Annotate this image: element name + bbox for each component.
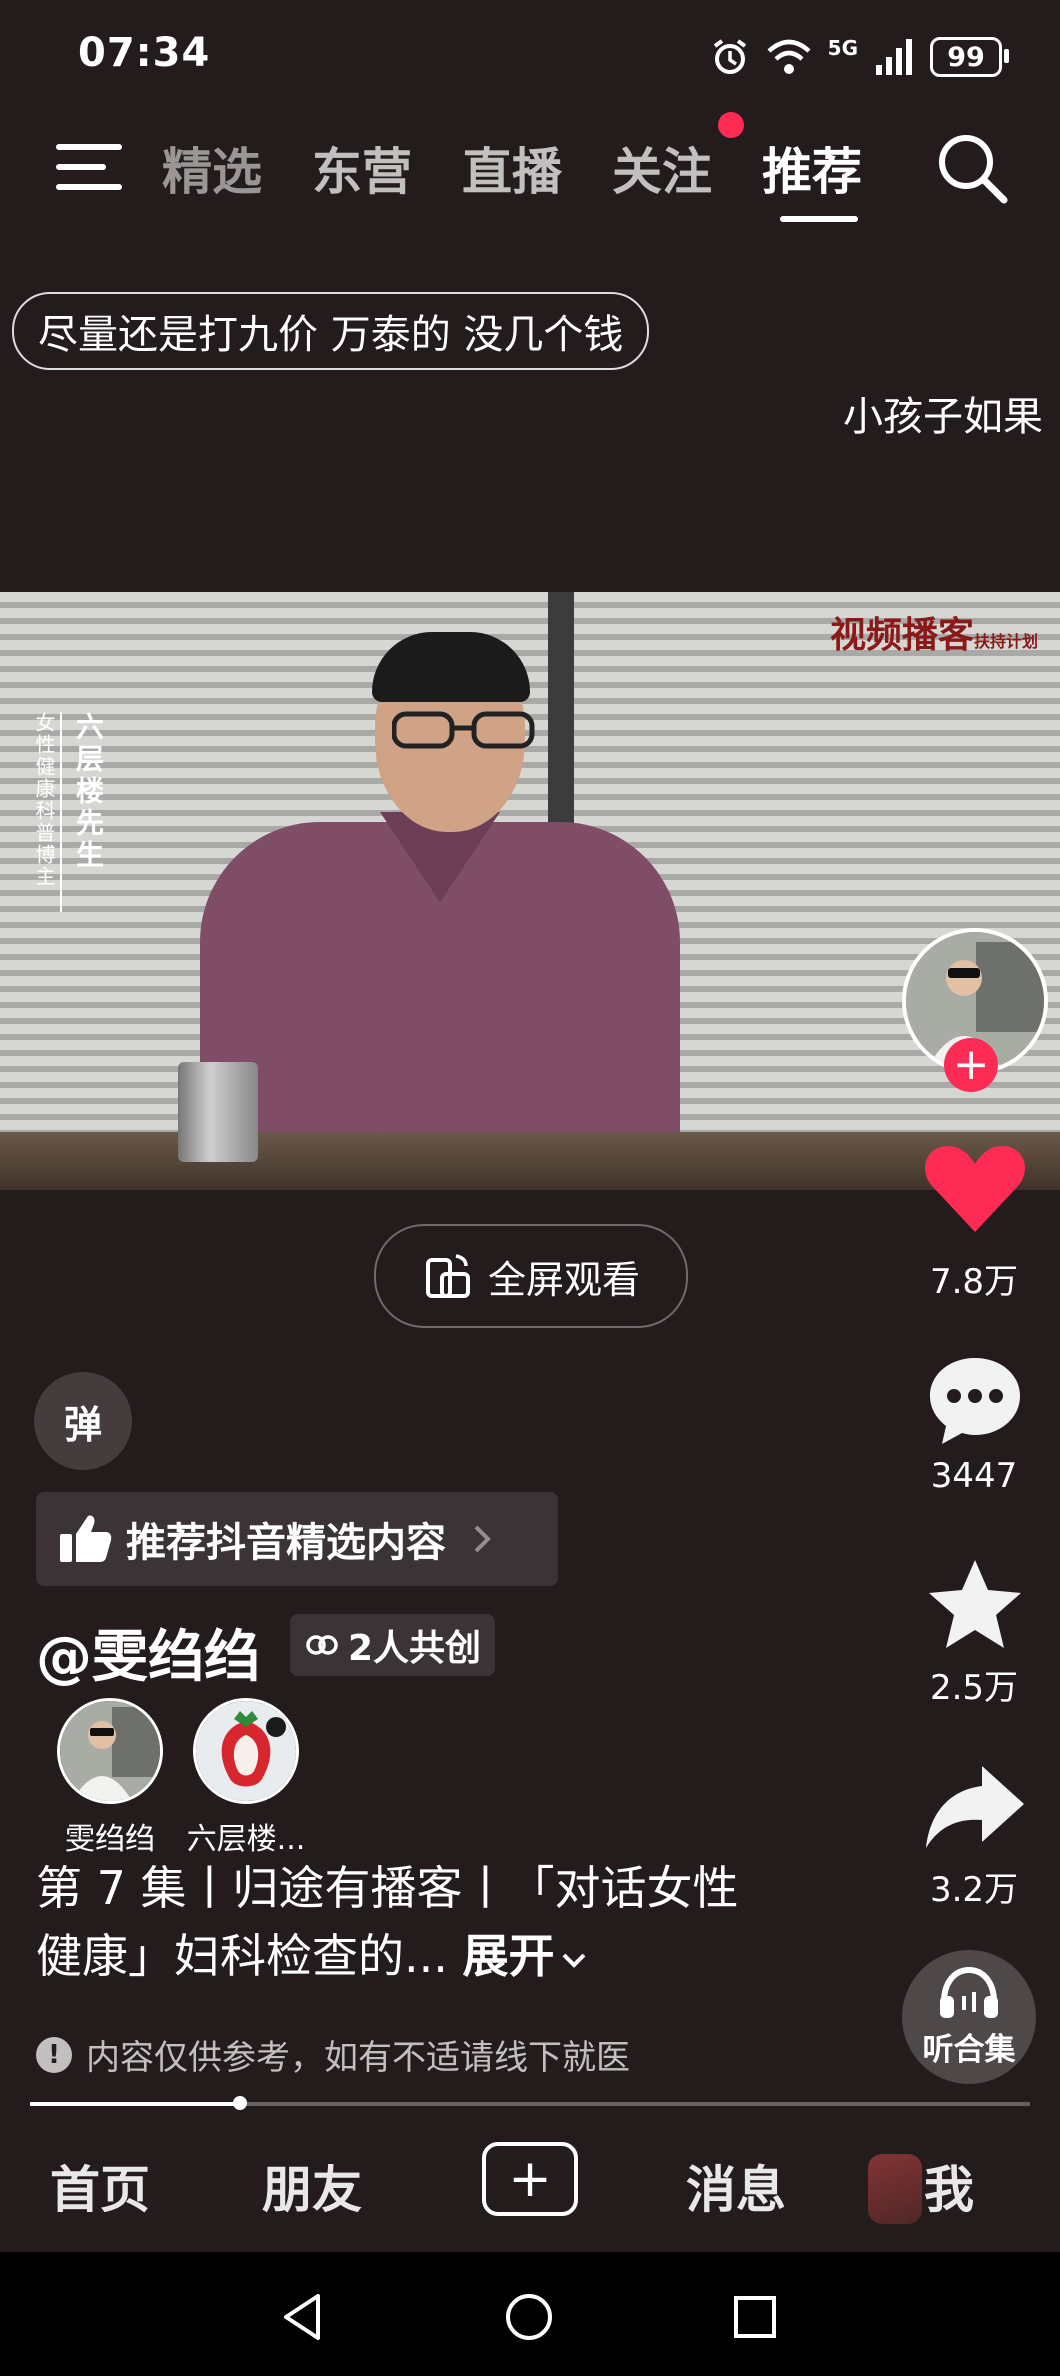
- notification-dot: [718, 112, 744, 138]
- notice-text: 内容仅供参考，如有不适请线下就医: [86, 2038, 630, 2078]
- share-icon[interactable]: [924, 1762, 1026, 1850]
- speaker-glasses: [392, 711, 535, 749]
- overlay-divider: [60, 712, 62, 912]
- author-name[interactable]: @雯绉绉: [36, 1612, 260, 1693]
- bottom-nav: 首页 朋友 + 消息 我: [0, 2120, 1060, 2252]
- status-icons: 5G 99: [710, 30, 1009, 84]
- headphones-icon: [940, 1966, 998, 2018]
- nav-me[interactable]: 我: [924, 2150, 974, 2222]
- tab-following[interactable]: 关注: [612, 132, 712, 204]
- cocreate-label: 2人共创: [348, 1628, 482, 1669]
- home-icon[interactable]: [504, 2292, 554, 2342]
- nav-friends[interactable]: 朋友: [262, 2150, 362, 2222]
- cocreator-item[interactable]: 六层楼...: [176, 1698, 316, 1858]
- like-count: 7.8万: [929, 1262, 1019, 1302]
- nav-home[interactable]: 首页: [50, 2150, 150, 2222]
- video-overlay-subtitle: 女性健康科普博主: [32, 712, 56, 888]
- progress-fill: [30, 2102, 240, 2106]
- video-watermark: 视频播客扶持计划: [830, 606, 1038, 658]
- wifi-icon: [767, 39, 811, 74]
- mug: [178, 1062, 258, 1162]
- recents-icon[interactable]: [732, 2294, 778, 2340]
- medical-notice: ! 内容仅供参考，如有不适请线下就医: [36, 2030, 630, 2079]
- listen-collection-button[interactable]: 听合集: [902, 1950, 1036, 2084]
- network-label: 5G: [827, 36, 858, 60]
- expand-link[interactable]: 展开: [463, 1929, 555, 1983]
- cocreator-avatar: [57, 1698, 163, 1804]
- tab-live[interactable]: 直播: [462, 132, 562, 204]
- battery-indicator: 99: [930, 37, 1009, 77]
- follow-button[interactable]: +: [944, 1038, 998, 1092]
- thumbs-up-icon: [60, 1515, 112, 1562]
- top-nav: 精选 东营 直播 关注 推荐: [0, 120, 1060, 230]
- speaker-hair: [372, 632, 530, 702]
- danmaku-toggle[interactable]: 弹: [34, 1372, 132, 1470]
- video-overlay-title: 六层楼先生: [72, 712, 105, 872]
- system-nav-bar: [0, 2252, 1060, 2376]
- favorite-icon[interactable]: [924, 1556, 1026, 1652]
- cocreator-item[interactable]: 雯绉绉: [40, 1698, 180, 1858]
- progress-knob[interactable]: [233, 2096, 247, 2110]
- plus-icon: +: [952, 1039, 990, 1090]
- video-player[interactable]: 视频播客扶持计划 六层楼先生 女性健康科普博主: [0, 592, 1060, 1190]
- comment-count: 3447: [930, 1456, 1018, 1496]
- danmaku-comment: 尽量还是打九价 万泰的 没几个钱: [12, 292, 650, 370]
- description-text: 第 7 集丨归途有播客丨「对话女性健康」妇科检查的...: [36, 1861, 739, 1983]
- share-count: 3.2万: [929, 1870, 1019, 1910]
- rotate-screen-icon: [425, 1254, 470, 1298]
- favorite-count: 2.5万: [929, 1668, 1019, 1708]
- tab-local[interactable]: 东营: [312, 132, 412, 204]
- cocreator-name: 雯绉绉: [65, 1822, 155, 1857]
- alarm-icon: [713, 39, 746, 74]
- listen-label: 听合集: [922, 2031, 1016, 2068]
- danmaku-comment: 小孩子如果: [843, 394, 1043, 440]
- chevron-right-icon: [474, 1525, 491, 1553]
- link-icon: [306, 1635, 338, 1655]
- menu-icon[interactable]: [54, 138, 124, 198]
- watermark-small-text: 扶持计划: [973, 632, 1038, 651]
- cocreate-badge[interactable]: 2人共创: [290, 1614, 496, 1676]
- plus-icon: +: [508, 2149, 552, 2209]
- signal-icon: [876, 39, 912, 75]
- danmaku-toggle-label: 弹: [63, 1402, 102, 1447]
- watermark-text: 视频播客: [829, 614, 974, 656]
- tab-recommend[interactable]: 推荐: [762, 132, 862, 204]
- recommend-banner[interactable]: 推荐抖音精选内容: [36, 1492, 558, 1586]
- like-icon[interactable]: [924, 1142, 1026, 1234]
- battery-level: 99: [947, 41, 985, 73]
- table: [0, 1132, 1060, 1190]
- back-icon[interactable]: [280, 2292, 326, 2342]
- active-tab-indicator: [780, 216, 858, 222]
- cocreator-avatar: [193, 1698, 299, 1804]
- video-progress-bar[interactable]: [30, 2096, 1030, 2110]
- nav-messages[interactable]: 消息: [686, 2150, 786, 2222]
- fullscreen-button[interactable]: 全屏观看: [374, 1224, 688, 1328]
- comment-icon[interactable]: [926, 1354, 1024, 1446]
- status-time: 07:34: [78, 30, 211, 76]
- exclamation-icon: !: [36, 2036, 72, 2073]
- video-description[interactable]: 第 7 集丨归途有播客丨「对话女性健康」妇科检查的... 展开: [36, 1854, 776, 1990]
- me-avatar: [868, 2154, 922, 2224]
- chevron-down-icon: [562, 1953, 585, 1968]
- cocreator-name: 六层楼...: [186, 1822, 306, 1857]
- recommend-label: 推荐抖音精选内容: [126, 1520, 446, 1566]
- create-button[interactable]: +: [482, 2142, 578, 2216]
- fullscreen-label: 全屏观看: [487, 1257, 640, 1302]
- search-icon[interactable]: [934, 130, 1010, 206]
- tab-featured[interactable]: 精选: [162, 132, 262, 204]
